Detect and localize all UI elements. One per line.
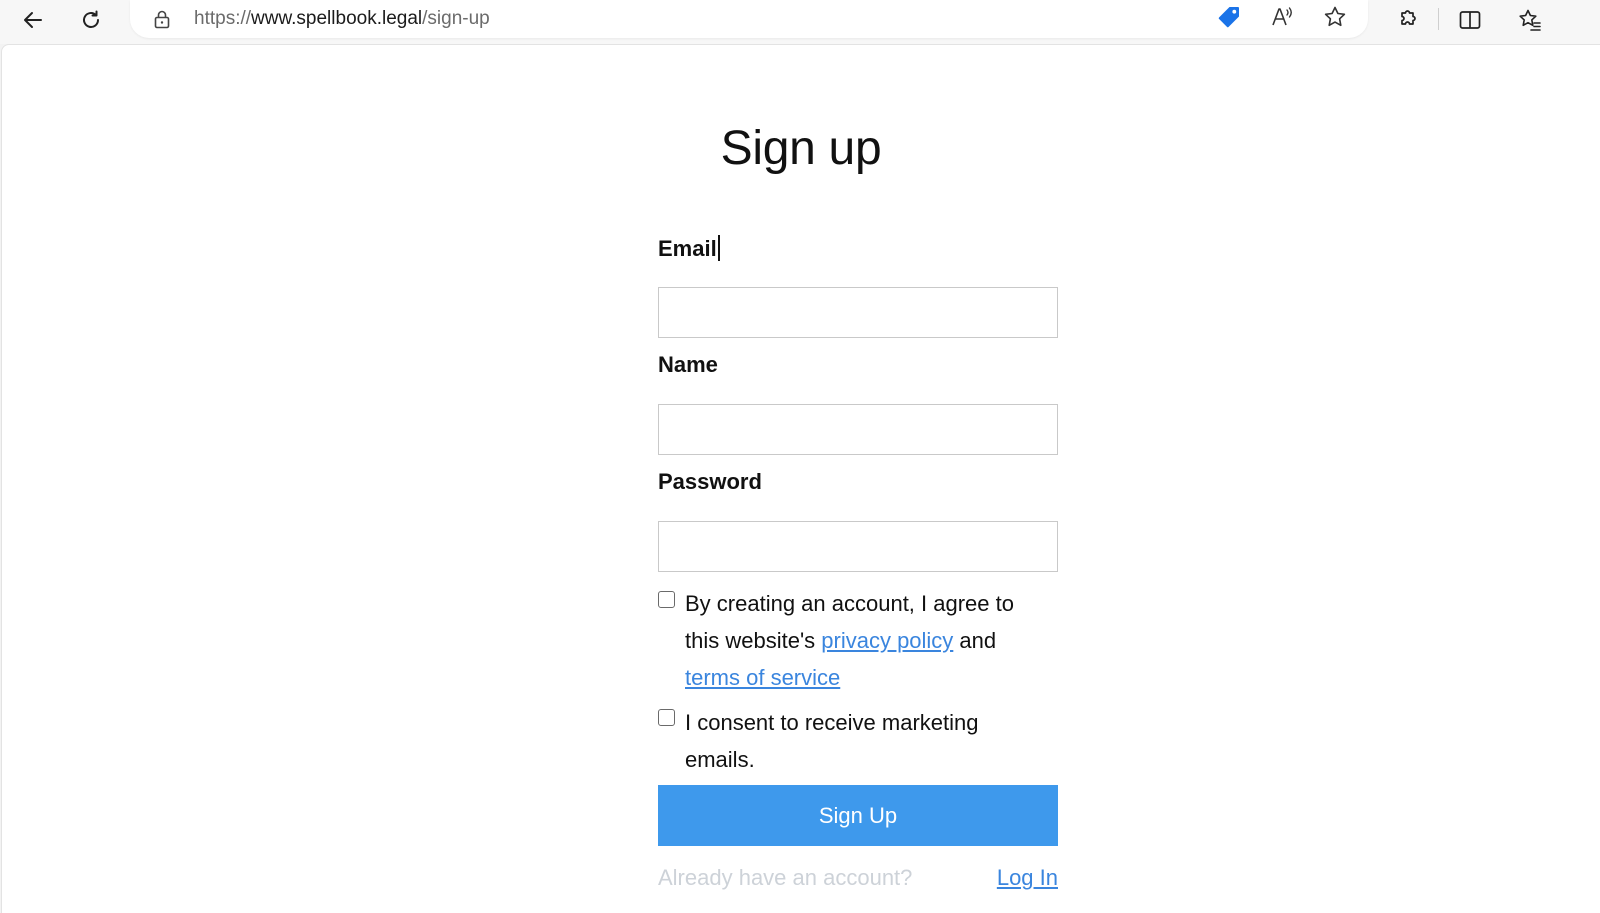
puzzle-icon [1394, 7, 1420, 33]
email-label-text: Email [658, 236, 717, 261]
privacy-policy-link[interactable]: privacy policy [821, 628, 953, 653]
terms-label: By creating an account, I agree to this … [685, 585, 1045, 696]
name-input[interactable] [658, 404, 1058, 455]
lock-icon[interactable] [152, 9, 172, 29]
star-icon [1322, 4, 1348, 35]
favorites-list-icon [1517, 7, 1543, 33]
toolbar-divider [1438, 8, 1439, 30]
extensions-button[interactable] [1389, 4, 1425, 36]
name-label: Name [658, 352, 718, 377]
read-aloud-button[interactable] [1268, 5, 1296, 33]
address-bar[interactable]: https://www.spellbook.legal/sign-up [130, 0, 1368, 38]
arrow-left-icon [21, 8, 45, 32]
read-aloud-icon [1269, 4, 1295, 35]
url-protocol: https:// [194, 8, 252, 29]
email-label: Email [658, 235, 720, 262]
browser-toolbar: https://www.spellbook.legal/sign-up [0, 0, 1600, 44]
terms-checkbox[interactable] [658, 591, 675, 608]
text-caret [717, 235, 720, 261]
url-text[interactable]: https://www.spellbook.legal/sign-up [194, 8, 490, 30]
favorites-button[interactable] [1512, 4, 1548, 36]
email-input[interactable] [658, 287, 1058, 338]
terms-text-middle: and [953, 628, 997, 653]
refresh-icon [79, 8, 103, 32]
existing-account-text: Already have an account? [658, 865, 913, 890]
log-in-link[interactable]: Log In [997, 865, 1058, 891]
url-path: /sign-up [422, 8, 490, 29]
password-input[interactable] [658, 521, 1058, 572]
refresh-button[interactable] [73, 4, 109, 36]
tag-icon [1216, 4, 1242, 35]
page-viewport: Sign up Email Name Password By creating … [1, 44, 1600, 913]
password-label: Password [658, 469, 762, 494]
split-screen-button[interactable] [1452, 4, 1488, 36]
url-host: www.spellbook.legal [251, 8, 423, 29]
marketing-checkbox[interactable] [658, 709, 675, 726]
terms-of-service-link[interactable]: terms of service [685, 665, 840, 690]
back-button[interactable] [15, 4, 51, 36]
marketing-label: I consent to receive marketing emails. [685, 710, 979, 772]
shopping-tag-button[interactable] [1215, 5, 1243, 33]
sign-up-button[interactable]: Sign Up [658, 785, 1058, 846]
page-title: Sign up [720, 122, 882, 175]
add-favorite-button[interactable] [1321, 5, 1349, 33]
split-screen-icon [1457, 7, 1483, 33]
